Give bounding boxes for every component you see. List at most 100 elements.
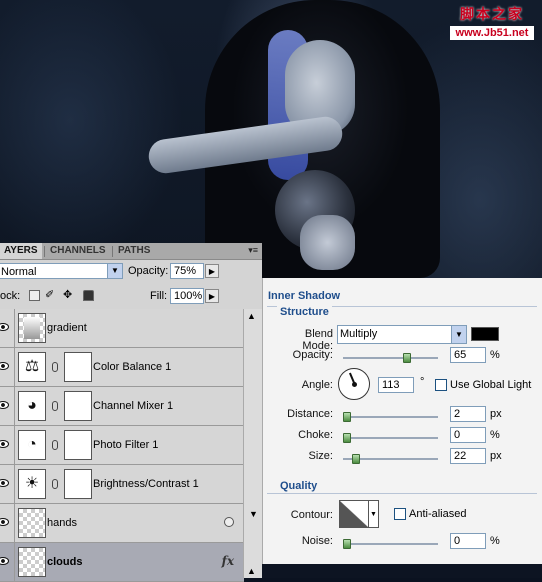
layer-photo-filter[interactable]: ◔ Photo Filter 1 — [0, 426, 244, 465]
fill-input[interactable]: 100% — [170, 288, 204, 304]
percent-unit: % — [490, 429, 500, 441]
layer-mask-thumbnail — [64, 352, 92, 382]
expand-arrow-icon[interactable]: ▼ — [249, 509, 258, 519]
angle-field[interactable]: 113 — [378, 377, 414, 393]
lock-paint-icon[interactable]: ✐ — [45, 290, 56, 301]
anti-aliased-checkbox[interactable] — [394, 508, 406, 520]
angle-label: Angle: — [301, 379, 333, 391]
size-slider[interactable] — [343, 454, 438, 464]
inner-shadow-blend-select[interactable]: Multiply ▼ — [337, 325, 467, 344]
distance-slider[interactable] — [343, 412, 438, 422]
distance-field[interactable]: 2 — [450, 406, 486, 422]
panel-tabs: AYERS CHANNELS PATHS ▾≡ — [0, 243, 262, 260]
percent-unit: % — [490, 535, 500, 547]
site-watermark: 脚本之家 www.Jb51.net — [450, 4, 534, 40]
noise-field[interactable]: 0 — [450, 533, 486, 549]
layer-name: Photo Filter 1 — [93, 439, 159, 451]
contour-preview[interactable] — [339, 500, 369, 528]
lock-position-icon[interactable]: ✥ — [63, 290, 74, 301]
visibility-eye-icon[interactable] — [0, 348, 15, 386]
layer-list: gradient ⚖ Color Balance 1 ◕ Channel Mix… — [0, 309, 262, 582]
fill-flyout-icon[interactable]: ▶ — [205, 289, 219, 303]
slider-knob[interactable] — [343, 412, 351, 422]
opacity-label: Opacity: — [128, 265, 169, 277]
layer-brightness-contrast[interactable]: ☀ Brightness/Contrast 1 — [0, 465, 244, 504]
tab-layers[interactable]: AYERS — [0, 243, 42, 259]
layer-name: Color Balance 1 — [93, 361, 172, 373]
visibility-eye-icon[interactable] — [0, 543, 15, 581]
tab-paths[interactable]: PATHS — [114, 243, 154, 259]
layer-mask-thumbnail — [64, 430, 92, 460]
slider-knob[interactable] — [403, 353, 411, 363]
choke-slider[interactable] — [343, 433, 438, 443]
visibility-eye-icon[interactable] — [0, 465, 15, 503]
color-balance-icon: ⚖ — [24, 358, 40, 375]
opacity-field[interactable]: 65 — [450, 347, 486, 363]
tab-channels[interactable]: CHANNELS — [46, 243, 110, 259]
visibility-eye-icon[interactable] — [0, 504, 15, 542]
layer-hands[interactable]: hands — [0, 504, 244, 543]
opacity-label: Opacity: — [292, 349, 333, 361]
slider-knob[interactable] — [343, 433, 351, 443]
choke-field[interactable]: 0 — [450, 427, 486, 443]
blend-mode-value: Normal — [1, 266, 37, 278]
scroll-down-icon[interactable]: ▲ — [247, 566, 256, 576]
layer-clouds[interactable]: clouds fx — [0, 543, 244, 582]
choke-label: Choke: — [298, 429, 333, 441]
inner-shadow-blend-value: Multiply — [340, 328, 378, 340]
degree-unit: ° — [420, 376, 425, 388]
watermark-url: www.Jb51.net — [450, 26, 534, 40]
opacity-flyout-icon[interactable]: ▶ — [205, 264, 219, 278]
fill-label: Fill: — [150, 290, 168, 302]
opacity-input[interactable]: 75% — [170, 263, 204, 279]
scroll-up-icon[interactable]: ▲ — [247, 311, 256, 321]
layer-name: hands — [47, 517, 77, 529]
layer-style-badge-icon — [224, 517, 234, 527]
layer-mask-thumbnail — [64, 391, 92, 421]
visibility-eye-icon[interactable] — [0, 387, 15, 425]
panel-menu-icon[interactable]: ▾≡ — [248, 245, 258, 256]
photo-filter-icon: ◔ — [27, 436, 37, 453]
shadow-color-swatch[interactable] — [471, 327, 499, 341]
layers-panel: AYERS CHANNELS PATHS ▾≡ Normal ▼ Opacity… — [0, 243, 262, 582]
lower-hand — [300, 215, 355, 270]
layers-scrollbar[interactable]: ▲ ▼ ▲ — [243, 309, 262, 578]
tab-divider — [44, 246, 45, 257]
adjustment-thumbnail: ☀ — [18, 469, 46, 499]
px-unit: px — [490, 450, 502, 462]
link-chain-icon — [52, 362, 58, 372]
size-field[interactable]: 22 — [450, 448, 486, 464]
noise-slider[interactable] — [343, 539, 438, 549]
structure-heading: Structure — [277, 306, 332, 318]
use-global-light-checkbox[interactable] — [435, 379, 447, 391]
slider-knob[interactable] — [352, 454, 360, 464]
panel-title: Inner Shadow — [268, 290, 341, 302]
layer-thumbnail — [18, 547, 46, 577]
slider-knob[interactable] — [343, 539, 351, 549]
lock-row: ock: ✐ ✥ Fill: 100% ▶ — [0, 287, 262, 307]
layer-color-balance[interactable]: ⚖ Color Balance 1 — [0, 348, 244, 387]
chevron-down-icon[interactable]: ▼ — [107, 264, 122, 278]
opacity-slider[interactable] — [343, 353, 438, 363]
layer-gradient[interactable]: gradient — [0, 309, 244, 348]
layer-channel-mixer[interactable]: ◕ Channel Mixer 1 — [0, 387, 244, 426]
blend-mode-select[interactable]: Normal ▼ — [0, 263, 123, 279]
gradient-thumb — [24, 317, 40, 339]
adjustment-thumbnail: ◕ — [18, 391, 46, 421]
link-chain-icon — [52, 479, 58, 489]
angle-dial[interactable] — [338, 368, 370, 400]
layer-mask-thumbnail — [64, 469, 92, 499]
artwork-strip — [262, 564, 542, 578]
size-label: Size: — [308, 450, 333, 462]
anti-aliased-label: Anti-aliased — [409, 508, 467, 520]
visibility-eye-icon[interactable] — [0, 309, 15, 347]
contour-label: Contour: — [290, 509, 333, 521]
chevron-down-icon[interactable]: ▼ — [369, 500, 379, 528]
lock-all-icon[interactable] — [83, 290, 94, 301]
layer-effects-icon[interactable]: fx — [222, 554, 234, 568]
visibility-eye-icon[interactable] — [0, 426, 15, 464]
chevron-down-icon[interactable]: ▼ — [451, 326, 466, 343]
blend-row: Normal ▼ Opacity: 75% ▶ — [0, 263, 262, 283]
tab-divider — [112, 246, 113, 257]
lock-transparency-icon[interactable] — [29, 290, 40, 301]
